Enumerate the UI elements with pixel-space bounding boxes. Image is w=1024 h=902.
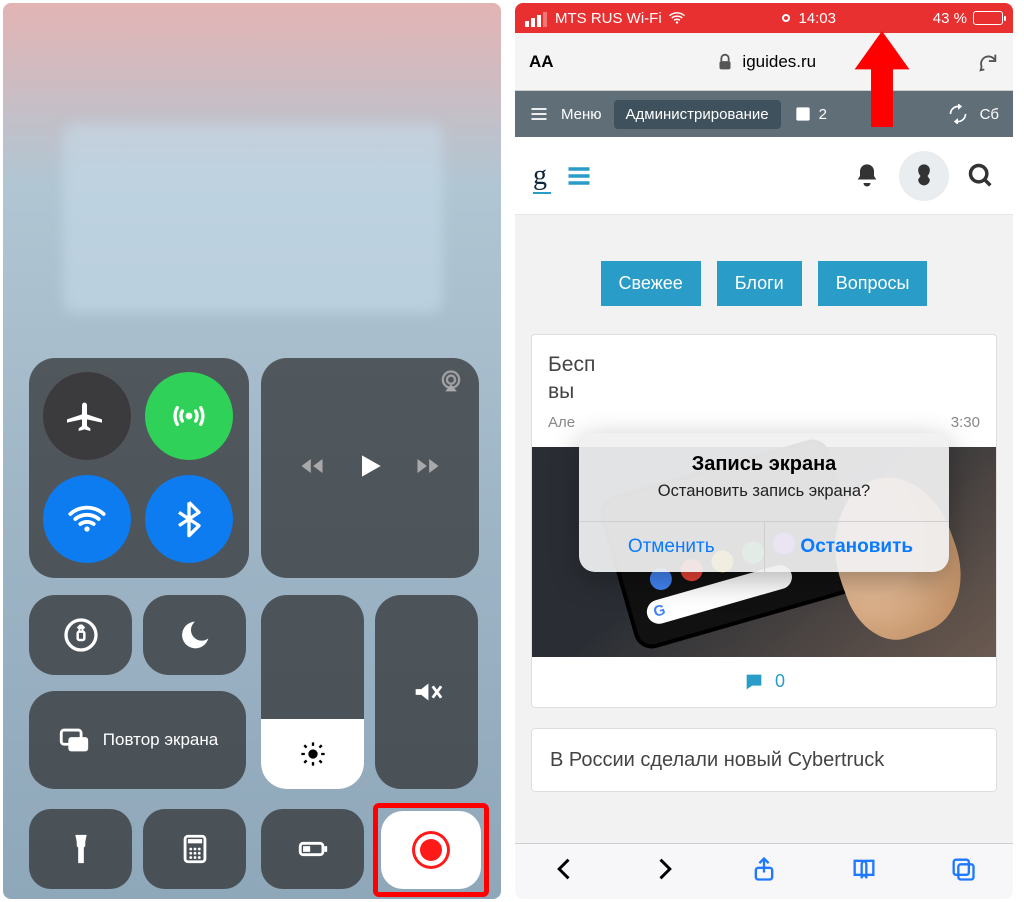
tab-questions[interactable]: Вопросы <box>818 261 928 306</box>
brightness-slider[interactable] <box>261 595 364 789</box>
battery-icon <box>973 11 1003 25</box>
menu-label[interactable]: Меню <box>561 106 602 123</box>
record-highlight <box>373 803 489 897</box>
dnd-toggle[interactable] <box>143 595 246 675</box>
safari-toolbar <box>515 843 1013 899</box>
status-time: 14:03 <box>798 10 836 27</box>
reset-label[interactable]: Сб <box>980 106 999 123</box>
screen-mirror-label: Повтор экрана <box>103 729 218 750</box>
share-button[interactable] <box>750 855 778 888</box>
url-label: iguides.ru <box>742 52 816 72</box>
record-icon <box>420 839 442 861</box>
background-card <box>63 123 443 313</box>
address-bar[interactable]: AA iguides.ru <box>515 33 1013 91</box>
status-bar: MTS RUS Wi-Fi 14:03 43 % <box>515 3 1013 33</box>
wifi-toggle[interactable] <box>43 475 131 563</box>
hamburger-icon[interactable] <box>529 104 549 124</box>
safari-screen: MTS RUS Wi-Fi 14:03 43 % AA iguides.ru М… <box>515 3 1013 899</box>
cellular-data-toggle[interactable] <box>145 372 233 460</box>
menu-icon[interactable] <box>565 162 593 190</box>
forward-button[interactable] <box>650 855 678 888</box>
refresh-icon[interactable] <box>948 104 968 124</box>
annotation-arrow-icon <box>853 31 911 132</box>
battery-percent: 43 % <box>933 10 967 27</box>
back-button[interactable] <box>551 855 579 888</box>
comment-icon <box>743 671 765 693</box>
forward-icon[interactable] <box>414 452 442 485</box>
author-label: Але <box>548 414 575 431</box>
alert-title: Запись экрана <box>579 453 949 476</box>
comments-link[interactable]: 0 <box>532 657 996 707</box>
bell-icon[interactable] <box>853 162 881 190</box>
site-header: g <box>515 137 1013 215</box>
tab-fresh[interactable]: Свежее <box>601 261 701 306</box>
mute-icon <box>410 675 444 709</box>
reload-icon[interactable] <box>977 51 999 73</box>
category-tabs: Свежее Блоги Вопросы <box>515 215 1013 334</box>
tabs-button[interactable] <box>949 855 977 888</box>
screen-record-button[interactable] <box>381 811 481 889</box>
connectivity-module[interactable] <box>29 358 249 578</box>
airplane-mode-toggle[interactable] <box>43 372 131 460</box>
reader-button[interactable]: AA <box>529 52 554 72</box>
calculator-button[interactable] <box>143 809 246 889</box>
flashlight-button[interactable] <box>29 809 132 889</box>
article-card-2[interactable]: В России сделали новый Cybertruck <box>531 728 997 792</box>
notification-badge[interactable]: 2 <box>793 104 827 124</box>
recording-indicator-icon <box>782 14 790 22</box>
bluetooth-toggle[interactable] <box>145 475 233 563</box>
cellular-signal-icon <box>525 10 549 27</box>
screen-mirror-icon <box>57 723 91 757</box>
rewind-icon[interactable] <box>298 452 326 485</box>
media-module[interactable] <box>261 358 479 578</box>
carrier-label: MTS RUS Wi-Fi <box>555 10 662 27</box>
search-icon[interactable] <box>967 162 995 190</box>
stop-recording-alert: Запись экрана Остановить запись экрана? … <box>579 433 949 572</box>
bookmarks-button[interactable] <box>850 855 878 888</box>
site-logo[interactable]: g <box>533 160 547 192</box>
control-center-screen: Повтор экрана <box>3 3 501 899</box>
avatar[interactable] <box>899 151 949 201</box>
wifi-icon <box>668 9 686 27</box>
play-icon[interactable] <box>354 450 386 487</box>
screen-mirroring-button[interactable]: Повтор экрана <box>29 691 246 789</box>
alert-stop-button[interactable]: Остановить <box>765 522 950 572</box>
tab-blogs[interactable]: Блоги <box>717 261 802 306</box>
airplay-icon[interactable] <box>437 368 465 401</box>
alert-message: Остановить запись экрана? <box>599 482 929 501</box>
admin-toolbar: Меню Администрирование 2 Сб <box>515 91 1013 137</box>
admin-button[interactable]: Администрирование <box>614 100 781 129</box>
brightness-fill <box>261 719 364 789</box>
orientation-lock-toggle[interactable] <box>29 595 132 675</box>
time-label: 3:30 <box>951 414 980 431</box>
low-power-button[interactable] <box>261 809 364 889</box>
alert-cancel-button[interactable]: Отменить <box>579 522 765 572</box>
lock-icon <box>714 51 736 73</box>
sun-icon <box>299 740 327 768</box>
volume-slider[interactable] <box>375 595 478 789</box>
